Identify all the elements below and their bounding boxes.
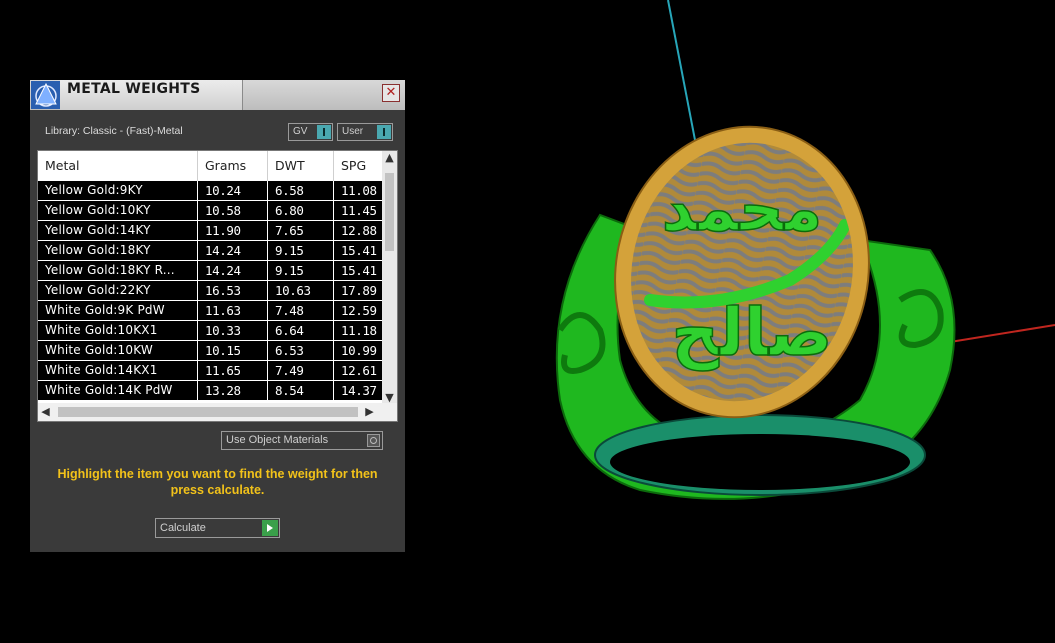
cell-grams: 13.28	[198, 381, 268, 400]
cell-spg: 12.59	[334, 301, 383, 320]
chevron-right-icon[interactable]: ▶	[362, 405, 377, 418]
cell-metal: Yellow Gold:22KY	[38, 281, 198, 300]
panel-title: METAL WEIGHTS	[67, 81, 201, 97]
gv-toggle[interactable]: GV	[288, 123, 333, 141]
user-label: User	[342, 126, 364, 137]
cell-dwt: 9.15	[268, 261, 334, 280]
cell-metal: White Gold:14KX1	[38, 361, 198, 380]
cell-grams: 10.15	[198, 341, 268, 360]
cell-metal: White Gold:10KX1	[38, 321, 198, 340]
toggle-knob-icon	[377, 125, 391, 139]
cell-spg: 15.41	[334, 241, 383, 260]
column-header-metal[interactable]: Metal	[38, 151, 198, 181]
cell-metal: White Gold:9K PdW	[38, 301, 198, 320]
axis-y	[667, 0, 696, 141]
library-label: Library: Classic - (Fast)-Metal	[45, 125, 183, 137]
play-icon	[262, 520, 278, 536]
cell-dwt: 7.65	[268, 221, 334, 240]
cell-spg: 12.61	[334, 361, 383, 380]
cell-grams: 11.65	[198, 361, 268, 380]
cell-metal: White Gold:10KW	[38, 341, 198, 360]
cell-grams: 11.90	[198, 221, 268, 240]
cell-metal: Yellow Gold:18KY R...	[38, 261, 198, 280]
vertical-scrollbar[interactable]: ▲ ▼	[382, 151, 397, 404]
cell-grams: 16.53	[198, 281, 268, 300]
use-object-materials-toggle[interactable]: Use Object Materials	[221, 431, 383, 450]
table-row[interactable]: Yellow Gold:18KY 14.24 9.15 15.41	[38, 241, 383, 261]
cell-grams: 14.24	[198, 261, 268, 280]
column-header-spg[interactable]: SPG	[334, 151, 383, 181]
table-row[interactable]: White Gold:10KW 10.15 6.53 10.99	[38, 341, 383, 361]
table-row[interactable]: Yellow Gold:10KY 10.58 6.80 11.45	[38, 201, 383, 221]
metal-weights-panel: METAL WEIGHTS ✕ Library: Classic - (Fast…	[30, 80, 405, 552]
cell-dwt: 9.15	[268, 241, 334, 260]
gv-label: GV	[293, 126, 308, 137]
cell-spg: 11.45	[334, 201, 383, 220]
table-header: Metal Grams DWT SPG	[38, 151, 383, 181]
table-row[interactable]: Yellow Gold:9KY 10.24 6.58 11.08	[38, 181, 383, 201]
chevron-up-icon[interactable]: ▲	[382, 151, 397, 164]
calculate-button[interactable]: Calculate	[155, 518, 280, 538]
cell-dwt: 6.53	[268, 341, 334, 360]
cell-dwt: 8.54	[268, 381, 334, 400]
table-row[interactable]: Yellow Gold:14KY 11.90 7.65 12.88	[38, 221, 383, 241]
toggle-knob-icon	[317, 125, 331, 139]
scroll-thumb[interactable]	[385, 173, 394, 251]
table-row[interactable]: White Gold:10KX1 10.33 6.64 11.18	[38, 321, 383, 341]
instructions-text: Highlight the item you want to find the …	[57, 467, 378, 497]
engraving-line1: محمد	[662, 172, 822, 245]
table-body: Yellow Gold:9KY 10.24 6.58 11.08 Yellow Gold…	[38, 181, 383, 401]
cell-metal: Yellow Gold:10KY	[38, 201, 198, 220]
cell-spg: 15.41	[334, 261, 383, 280]
cell-metal: Yellow Gold:9KY	[38, 181, 198, 200]
cell-spg: 12.88	[334, 221, 383, 240]
cell-grams: 10.58	[198, 201, 268, 220]
cell-dwt: 10.63	[268, 281, 334, 300]
cell-dwt: 6.80	[268, 201, 334, 220]
use-object-materials-label: Use Object Materials	[226, 434, 329, 446]
cell-grams: 11.63	[198, 301, 268, 320]
table-row[interactable]: White Gold:14KX1 11.65 7.49 12.61	[38, 361, 383, 381]
panel-titlebar[interactable]: METAL WEIGHTS ✕	[30, 80, 405, 110]
column-header-grams[interactable]: Grams	[198, 151, 268, 181]
cell-spg: 14.37	[334, 381, 383, 400]
scroll-thumb[interactable]	[58, 407, 358, 417]
cell-spg: 10.99	[334, 341, 383, 360]
cell-spg: 11.08	[334, 181, 383, 200]
table-row[interactable]: White Gold:14K PdW 13.28 8.54 14.37	[38, 381, 383, 401]
cell-grams: 10.33	[198, 321, 268, 340]
cell-grams: 10.24	[198, 181, 268, 200]
user-toggle[interactable]: User	[337, 123, 393, 141]
cell-grams: 14.24	[198, 241, 268, 260]
cell-dwt: 6.64	[268, 321, 334, 340]
ring-inner-hole	[610, 434, 910, 490]
cell-dwt: 6.58	[268, 181, 334, 200]
table-row[interactable]: White Gold:9K PdW 11.63 7.48 12.59	[38, 301, 383, 321]
horizontal-scrollbar[interactable]: ◀ ▶	[38, 403, 397, 421]
table-row[interactable]: Yellow Gold:22KY 16.53 10.63 17.89	[38, 281, 383, 301]
calculate-label: Calculate	[160, 522, 206, 534]
radio-icon	[367, 434, 380, 447]
cell-spg: 17.89	[334, 281, 383, 300]
cell-dwt: 7.49	[268, 361, 334, 380]
close-icon[interactable]: ✕	[382, 84, 400, 102]
metal-table[interactable]: Metal Grams DWT SPG Yellow Gold:9KY 10.24…	[37, 150, 398, 422]
axis-x	[949, 324, 1055, 343]
cell-spg: 11.18	[334, 321, 383, 340]
column-header-dwt[interactable]: DWT	[268, 151, 334, 181]
cell-metal: White Gold:14K PdW	[38, 381, 198, 400]
cell-dwt: 7.48	[268, 301, 334, 320]
app-logo-icon	[31, 81, 61, 109]
cell-metal: Yellow Gold:14KY	[38, 221, 198, 240]
chevron-left-icon[interactable]: ◀	[38, 405, 53, 418]
cell-metal: Yellow Gold:18KY	[38, 241, 198, 260]
table-row[interactable]: Yellow Gold:18KY R... 14.24 9.15 15.41	[38, 261, 383, 281]
